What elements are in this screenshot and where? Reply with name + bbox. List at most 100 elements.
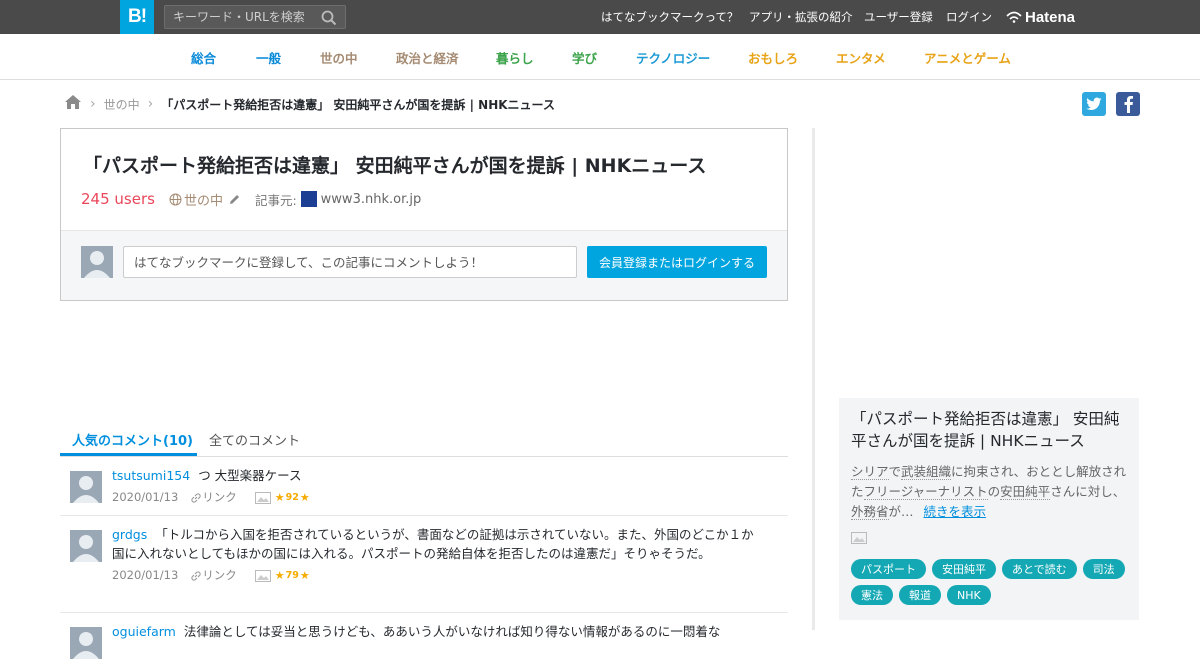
category-social[interactable]: 世の中 — [320, 48, 358, 67]
comment-link[interactable]: リンク — [190, 488, 237, 507]
bookmark-users-count[interactable]: 245 users — [81, 190, 155, 208]
register-link[interactable]: ユーザー登録 — [864, 9, 933, 25]
tag-list: パスポート 安田純平 あとで読む 司法 憲法 報道 NHK — [851, 559, 1131, 605]
comment-item: oguiefarm 法律論としては妥当と思うけども、ああいう人がいなければ知り得な… — [60, 613, 788, 659]
avatar[interactable] — [70, 627, 102, 659]
image-placeholder-icon — [851, 530, 1131, 550]
tab-popular-comments[interactable]: 人気のコメント(10) — [72, 430, 193, 449]
hatebu-logo[interactable]: B! — [120, 0, 154, 34]
category-economics[interactable]: 政治と経済 — [396, 48, 459, 67]
column-divider — [812, 128, 815, 630]
avatar[interactable] — [70, 530, 102, 562]
summary-description: シリアで武装組織に拘束され、おととし解放されたフリージャーナリストの安田純平さん… — [851, 462, 1131, 550]
pencil-icon — [229, 194, 239, 204]
star-count[interactable]: ★ 79 ★ — [275, 566, 310, 585]
tag-item[interactable]: パスポート — [851, 559, 926, 579]
chevron-right-icon: › — [90, 96, 96, 112]
comment-text: 「トルコから入国を拒否されているというが、書面などの証拠は示されていない。また、… — [112, 527, 754, 561]
default-user-icon — [73, 632, 99, 659]
comment-username[interactable]: oguiefarm — [112, 624, 176, 639]
default-user-icon — [73, 476, 99, 503]
search-input[interactable] — [165, 6, 315, 28]
tag-item[interactable]: 安田純平 — [932, 559, 996, 579]
keyword-link[interactable]: 安田純平 — [1000, 484, 1051, 500]
add-star-image-icon[interactable] — [254, 491, 271, 504]
keyword-link[interactable]: 武装組織 — [901, 464, 952, 480]
login-link[interactable]: ログイン — [946, 9, 992, 25]
category-all[interactable]: 総合 — [191, 48, 216, 67]
comment-item: tsutsumi154 つ 大型楽器ケース 2020/01/13 リンク ★ 92 ★ — [60, 457, 788, 516]
tag-item[interactable]: 憲法 — [851, 585, 893, 605]
category-nav: 総合 一般 世の中 政治と経済 暮らし 学び テクノロジー おもしろ エンタメ … — [0, 34, 1200, 80]
avatar — [81, 246, 113, 278]
twitter-share-button[interactable] — [1082, 92, 1106, 116]
star-icon: ★ — [299, 569, 310, 582]
comment-form: 会員登録またはログインする — [61, 230, 787, 300]
facebook-icon — [1124, 96, 1133, 113]
category-game[interactable]: アニメとゲーム — [924, 48, 1011, 67]
tag-item[interactable]: 報道 — [899, 585, 941, 605]
entry-category-label: 世の中 — [183, 193, 223, 209]
comment-link-label: リンク — [202, 490, 237, 504]
hatena-logo[interactable]: Hatena — [1006, 0, 1075, 34]
category-entertainment[interactable]: エンタメ — [836, 48, 886, 67]
breadcrumb-current: 「パスポート発給拒否は違憲」 安田純平さんが国を提訴 | NHKニュース — [161, 97, 555, 112]
comment-text: つ 大型楽器ケース — [198, 468, 302, 483]
active-tab-indicator — [60, 453, 197, 456]
star-count[interactable]: ★ 92 ★ — [275, 488, 310, 507]
home-icon[interactable] — [64, 94, 82, 114]
comment-date[interactable]: 2020/01/13 — [112, 488, 178, 507]
add-star-image-icon[interactable] — [254, 569, 271, 582]
apps-link[interactable]: アプリ・拡張の紹介 — [749, 9, 853, 25]
category-life[interactable]: 暮らし — [496, 48, 534, 67]
breadcrumb-category[interactable]: 世の中 — [104, 96, 140, 113]
comment-link-label: リンク — [202, 568, 237, 582]
default-user-icon — [84, 251, 110, 278]
tag-item[interactable]: 司法 — [1082, 559, 1125, 579]
tag-item[interactable]: NHK — [947, 585, 991, 605]
keyword-link[interactable]: シリア — [851, 464, 889, 480]
category-knowledge[interactable]: 学び — [572, 48, 597, 67]
about-link[interactable]: はてなブックマークって？ — [601, 9, 738, 25]
entry-meta: 245 users 世の中 記事元: www3.nhk.or.jp — [81, 189, 421, 209]
category-fun[interactable]: おもしろ — [748, 48, 798, 67]
tab-all-comments[interactable]: 全てのコメント — [209, 430, 300, 449]
register-or-login-button[interactable]: 会員登録またはログインする — [587, 246, 767, 278]
search-icon[interactable] — [321, 10, 337, 26]
chevron-right-icon: › — [147, 96, 154, 112]
category-it[interactable]: テクノロジー — [636, 48, 710, 67]
default-user-icon — [73, 535, 99, 562]
globe-icon — [169, 193, 182, 205]
star-icon: ★ — [299, 491, 310, 504]
avatar[interactable] — [70, 471, 102, 503]
comment-link[interactable]: リンク — [190, 566, 237, 585]
tag-item[interactable]: あとで読む — [1002, 559, 1077, 579]
source-link[interactable]: www3.nhk.or.jp — [300, 191, 421, 207]
facebook-share-button[interactable] — [1116, 92, 1140, 116]
summary-text: で — [888, 464, 902, 479]
category-general[interactable]: 一般 — [256, 48, 281, 67]
hatena-logo-text: Hatena — [1025, 8, 1076, 26]
search-box — [164, 5, 346, 29]
summary-title[interactable]: 「パスポート発給拒否は違憲」 安田純平さんが国を提訴 | NHKニュース — [851, 408, 1131, 452]
comment-username[interactable]: grdgs — [112, 527, 147, 542]
twitter-icon — [1086, 97, 1102, 110]
source-label: 記事元: — [254, 192, 297, 208]
entry-summary-card: 「パスポート発給拒否は違憲」 安田純平さんが国を提訴 | NHKニュース シリア… — [839, 398, 1139, 620]
summary-text: さんに対し、 — [1050, 484, 1126, 499]
star-icon: ★ — [274, 569, 285, 582]
comment-username[interactable]: tsutsumi154 — [112, 468, 190, 483]
summary-text: が… — [888, 504, 914, 519]
show-more-link[interactable]: 続きを表示 — [924, 504, 987, 519]
entry-card: 「パスポート発給拒否は違憲」 安田純平さんが国を提訴 | NHKニュース 245… — [60, 128, 788, 301]
comment-input[interactable] — [123, 246, 577, 278]
keyword-link[interactable]: フリージャーナリスト — [863, 484, 988, 500]
keyword-link[interactable]: 外務省 — [851, 504, 889, 520]
summary-text: の — [987, 484, 1001, 499]
comment-text: 法律論としては妥当と思うけども、ああいう人がいなければ知り得ない情報があるのに一… — [183, 624, 721, 639]
comment-item: grdgs 「トルコから入国を拒否されているというが、書面などの証拠は示されていな… — [60, 516, 788, 613]
entry-title[interactable]: 「パスポート発給拒否は違憲」 安田純平さんが国を提訴 | NHKニュース — [83, 151, 706, 178]
star-number: 79 — [285, 570, 299, 581]
entry-category[interactable]: 世の中 — [169, 190, 241, 209]
comment-date[interactable]: 2020/01/13 — [112, 566, 178, 585]
